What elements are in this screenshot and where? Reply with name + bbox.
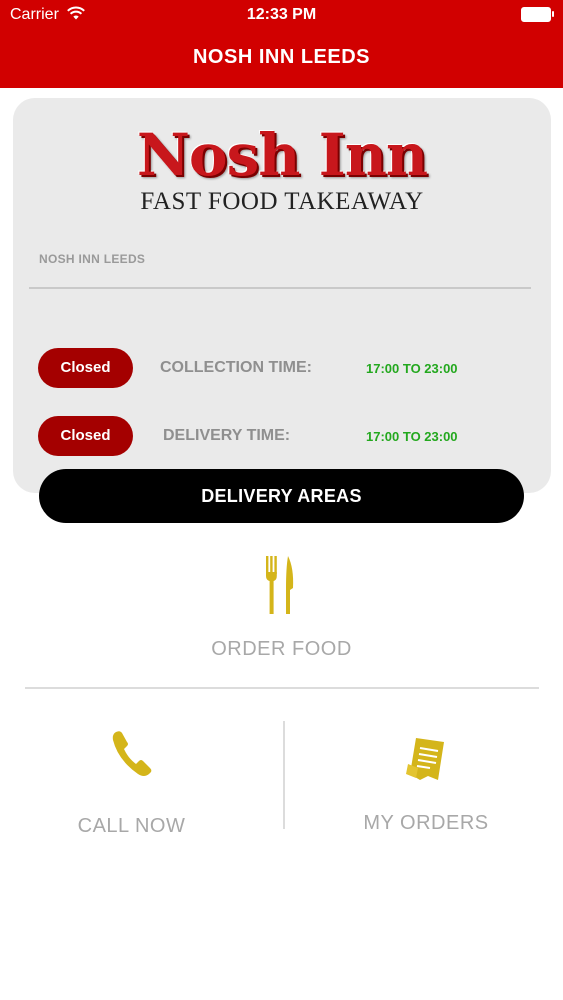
receipt-icon [406, 738, 444, 780]
my-orders-label: MY ORDERS [363, 812, 489, 834]
card-divider [29, 287, 531, 289]
delivery-time-label: DELIVERY TIME: [163, 427, 291, 444]
phone-icon [112, 731, 152, 776]
fork-knife-icon [266, 556, 294, 614]
call-now-label: CALL NOW [77, 815, 186, 837]
battery-icon [521, 7, 554, 22]
status-time: 12:33 PM [246, 6, 317, 23]
logo-name: Nosh Inn [136, 121, 428, 189]
app-header: Carrier 12:33 PM NOSH INN LEEDS [0, 0, 563, 88]
logo-tagline: FAST FOOD TAKEAWAY [140, 188, 424, 215]
menu-divider-horizontal [25, 687, 539, 689]
call-now-button[interactable]: CALL NOW [0, 720, 283, 850]
delivery-areas-button[interactable]: DELIVERY AREAS [39, 469, 524, 523]
order-food-button[interactable]: ORDER FOOD [0, 548, 563, 668]
status-bar: Carrier 12:33 PM [0, 0, 563, 30]
restaurant-logo: Nosh Inn FAST FOOD TAKEAWAY [13, 124, 551, 216]
delivery-time-value: 17:00 TO 23:00 [366, 429, 458, 444]
collection-status-badge: Closed [38, 348, 133, 388]
collection-time-label: COLLECTION TIME: [160, 359, 312, 376]
my-orders-button[interactable]: MY ORDERS [285, 720, 563, 850]
collection-time-value: 17:00 TO 23:00 [366, 361, 458, 376]
restaurant-info-card: Nosh Inn FAST FOOD TAKEAWAY NOSH INN LEE… [13, 98, 551, 493]
branch-label: NOSH INN LEEDS [39, 252, 146, 266]
order-food-label: ORDER FOOD [211, 638, 352, 660]
collection-time-row: Closed COLLECTION TIME: 17:00 TO 23:00 [13, 348, 551, 388]
delivery-time-row: Closed DELIVERY TIME: 17:00 TO 23:00 [13, 416, 551, 456]
delivery-status-badge: Closed [38, 416, 133, 456]
page-title: NOSH INN LEEDS [192, 46, 371, 68]
